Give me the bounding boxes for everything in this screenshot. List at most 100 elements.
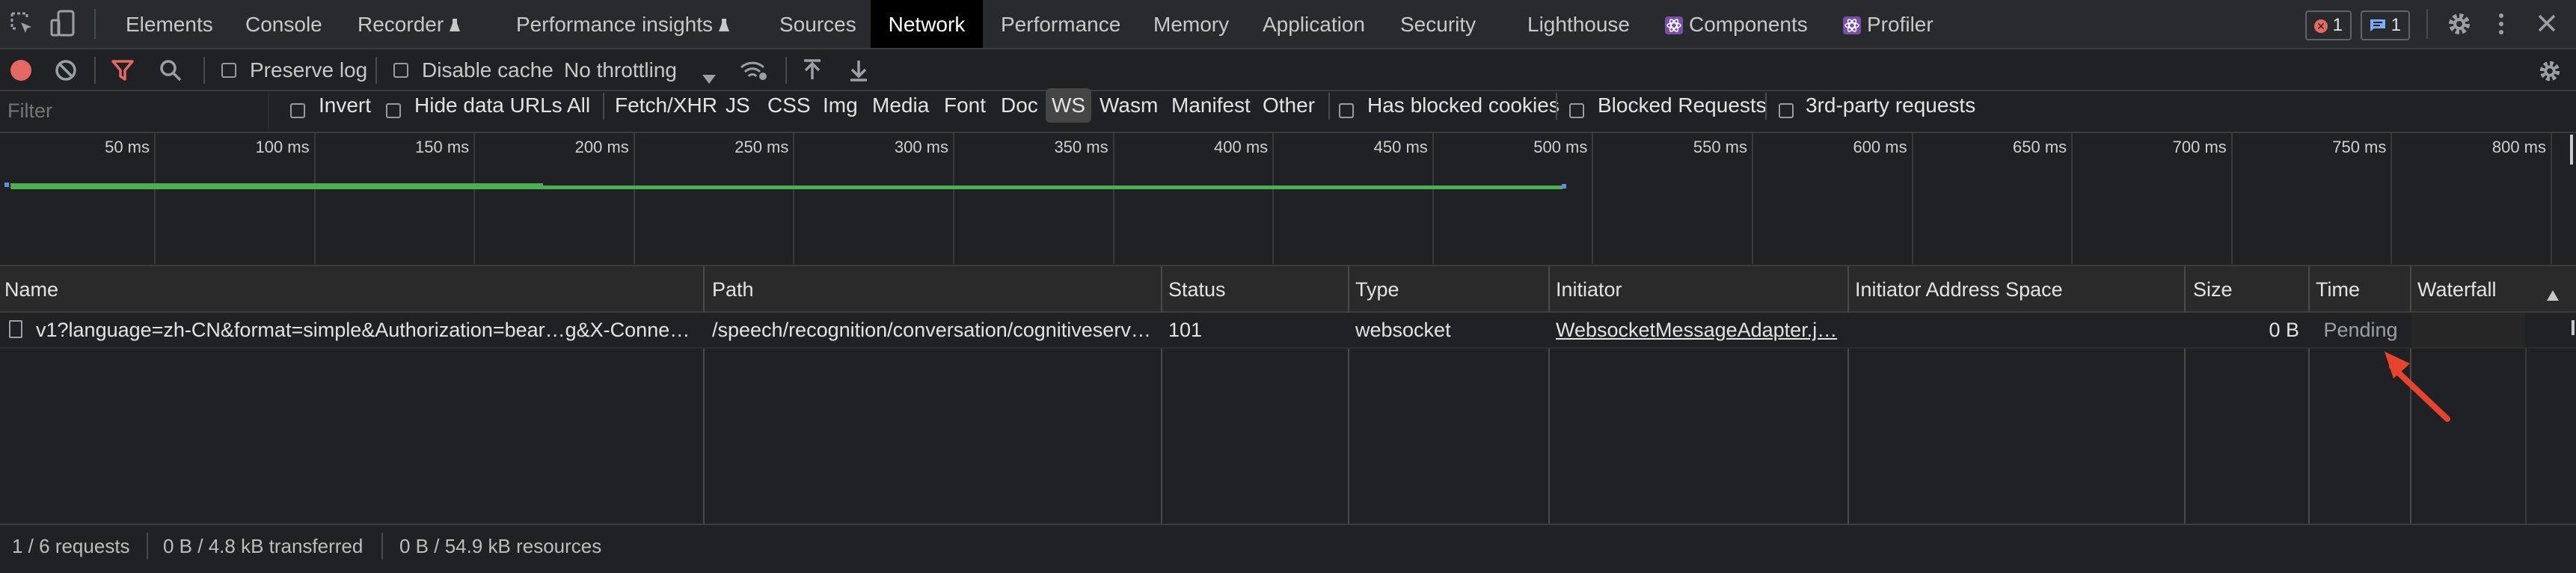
waterfall-scroll-marker xyxy=(2572,320,2575,335)
filter-icon[interactable] xyxy=(111,58,135,88)
tab-performance[interactable]: Performance xyxy=(1001,0,1120,48)
column-header-status[interactable]: Status xyxy=(1168,271,1226,308)
column-divider[interactable] xyxy=(1348,266,1349,524)
search-icon[interactable] xyxy=(159,58,183,88)
overview-gridline xyxy=(633,133,635,264)
message-icon xyxy=(2370,13,2386,31)
filter-type-img[interactable]: Img xyxy=(823,88,858,123)
column-header-type[interactable]: Type xyxy=(1355,271,1399,308)
message-count: 1 xyxy=(2391,15,2402,35)
tab-network[interactable]: Network xyxy=(871,0,983,48)
tab-elements[interactable]: Elements xyxy=(126,0,213,48)
tab-recorder[interactable]: Recorder xyxy=(358,0,461,48)
close-icon[interactable] xyxy=(2536,12,2558,40)
blocked-requests-label: Blocked Requests xyxy=(1598,94,1767,117)
filter-type-other[interactable]: Other xyxy=(1263,88,1315,123)
overview-tick-label: 650 ms xyxy=(2013,138,2067,156)
table-header xyxy=(0,266,2576,311)
column-divider[interactable] xyxy=(2184,266,2186,524)
network-settings-gear-icon[interactable] xyxy=(2537,58,2563,89)
filter-divider xyxy=(1765,93,1767,120)
tab-console[interactable]: Console xyxy=(245,0,322,48)
tab-components[interactable]: Components xyxy=(1665,0,1808,48)
network-overview[interactable]: 50 ms 100 ms 150 ms 200 ms 250 ms 300 ms 350 m… xyxy=(0,133,2576,265)
row-initiator-link[interactable]: WebsocketMessageAdapter.j… xyxy=(1556,313,1843,347)
disable-cache-checkbox[interactable] xyxy=(393,63,408,78)
overview-tick-label: 200 ms xyxy=(574,138,629,156)
filter-input[interactable] xyxy=(0,93,269,129)
error-count-badge[interactable]: ✕ 1 xyxy=(2305,10,2352,40)
column-divider[interactable] xyxy=(1548,266,1550,524)
network-conditions-icon[interactable] xyxy=(739,58,769,88)
column-header-size[interactable]: Size xyxy=(2193,271,2233,308)
export-har-icon[interactable] xyxy=(848,58,869,88)
column-header-initiator[interactable]: Initiator xyxy=(1556,271,1622,308)
overview-websocket-bar xyxy=(10,186,1563,189)
throttling-select[interactable]: No throttling xyxy=(564,49,721,91)
flask-icon xyxy=(450,1,461,31)
filter-type-media[interactable]: Media xyxy=(872,88,929,123)
row-path[interactable]: /speech/recognition/conversation/cogniti… xyxy=(712,313,1155,347)
overview-tick-label: 100 ms xyxy=(255,138,310,156)
column-divider[interactable] xyxy=(1847,266,1849,524)
filter-type-doc[interactable]: Doc xyxy=(1001,88,1038,123)
flask-icon xyxy=(719,1,730,31)
clear-icon[interactable] xyxy=(54,58,78,88)
preserve-log-checkbox[interactable] xyxy=(221,63,236,78)
overview-gridline xyxy=(2551,133,2552,264)
filter-divider xyxy=(1556,93,1557,120)
filter-type-manifest[interactable]: Manifest xyxy=(1171,88,1251,123)
filter-type-js[interactable]: JS xyxy=(726,88,750,123)
overview-tick-label: 700 ms xyxy=(2172,138,2227,156)
status-bar-border xyxy=(0,524,2576,525)
device-toolbar-icon[interactable] xyxy=(49,9,76,44)
record-icon[interactable] xyxy=(9,58,33,88)
column-divider[interactable] xyxy=(1161,266,1162,524)
blocked-requests-checkbox[interactable] xyxy=(1569,103,1584,118)
overview-tick-label: 400 ms xyxy=(1214,138,1269,156)
row-size: 0 B xyxy=(2269,319,2299,341)
invert-checkbox[interactable] xyxy=(290,103,305,118)
has-blocked-cookies-checkbox[interactable] xyxy=(1339,103,1354,118)
filter-type-fetch-xhr[interactable]: Fetch/XHR xyxy=(615,88,717,123)
inspect-element-icon[interactable] xyxy=(9,10,36,43)
column-divider[interactable] xyxy=(703,266,705,524)
overview-tick-label: 50 ms xyxy=(105,138,150,156)
tab-performance-insights[interactable]: Performance insights xyxy=(516,0,730,48)
third-party-requests-checkbox[interactable] xyxy=(1779,103,1794,118)
hide-data-urls-label: Hide data URLs xyxy=(414,94,562,117)
column-header-waterfall[interactable]: Waterfall xyxy=(2417,271,2497,308)
filter-type-wasm[interactable]: Wasm xyxy=(1100,88,1158,123)
tab-memory[interactable]: Memory xyxy=(1153,0,1229,48)
filter-type-css[interactable]: CSS xyxy=(767,88,811,123)
tab-lighthouse[interactable]: Lighthouse xyxy=(1527,0,1630,48)
overview-gridline xyxy=(154,133,156,264)
overview-tick-label: 600 ms xyxy=(1853,138,1907,156)
column-header-initiator-address-space[interactable]: Initiator Address Space xyxy=(1855,271,2063,308)
column-header-time[interactable]: Time xyxy=(2316,271,2360,308)
filter-type-all[interactable]: All xyxy=(567,88,590,123)
row-name[interactable]: v1?language=zh-CN&format=simple&Authoriz… xyxy=(36,313,696,347)
column-header-name[interactable]: Name xyxy=(4,271,58,308)
filter-type-font[interactable]: Font xyxy=(944,88,986,123)
column-divider[interactable] xyxy=(2308,266,2310,524)
tab-profiler[interactable]: Profiler xyxy=(1843,0,1933,48)
tab-sources[interactable]: Sources xyxy=(779,0,856,48)
overview-scroll-handle[interactable] xyxy=(2570,135,2573,165)
overview-gridline xyxy=(2071,133,2073,264)
settings-gear-icon[interactable] xyxy=(2446,10,2473,43)
sort-ascending-icon[interactable] xyxy=(2546,283,2560,307)
toolbar-divider xyxy=(94,57,96,84)
waterfall-cell-highlight xyxy=(2411,313,2525,347)
hide-data-urls-checkbox[interactable] xyxy=(386,103,401,118)
column-header-path[interactable]: Path xyxy=(712,271,754,308)
row-type: websocket xyxy=(1355,319,1451,341)
overview-gridline xyxy=(1432,133,1434,264)
import-har-icon[interactable] xyxy=(802,58,823,88)
preserve-log-label: Preserve log xyxy=(250,58,368,82)
filter-type-ws[interactable]: WS xyxy=(1046,88,1092,123)
tab-security[interactable]: Security xyxy=(1400,0,1476,48)
tab-application[interactable]: Application xyxy=(1263,0,1365,48)
message-count-badge[interactable]: 1 xyxy=(2361,10,2411,40)
more-options-icon[interactable] xyxy=(2495,10,2507,43)
